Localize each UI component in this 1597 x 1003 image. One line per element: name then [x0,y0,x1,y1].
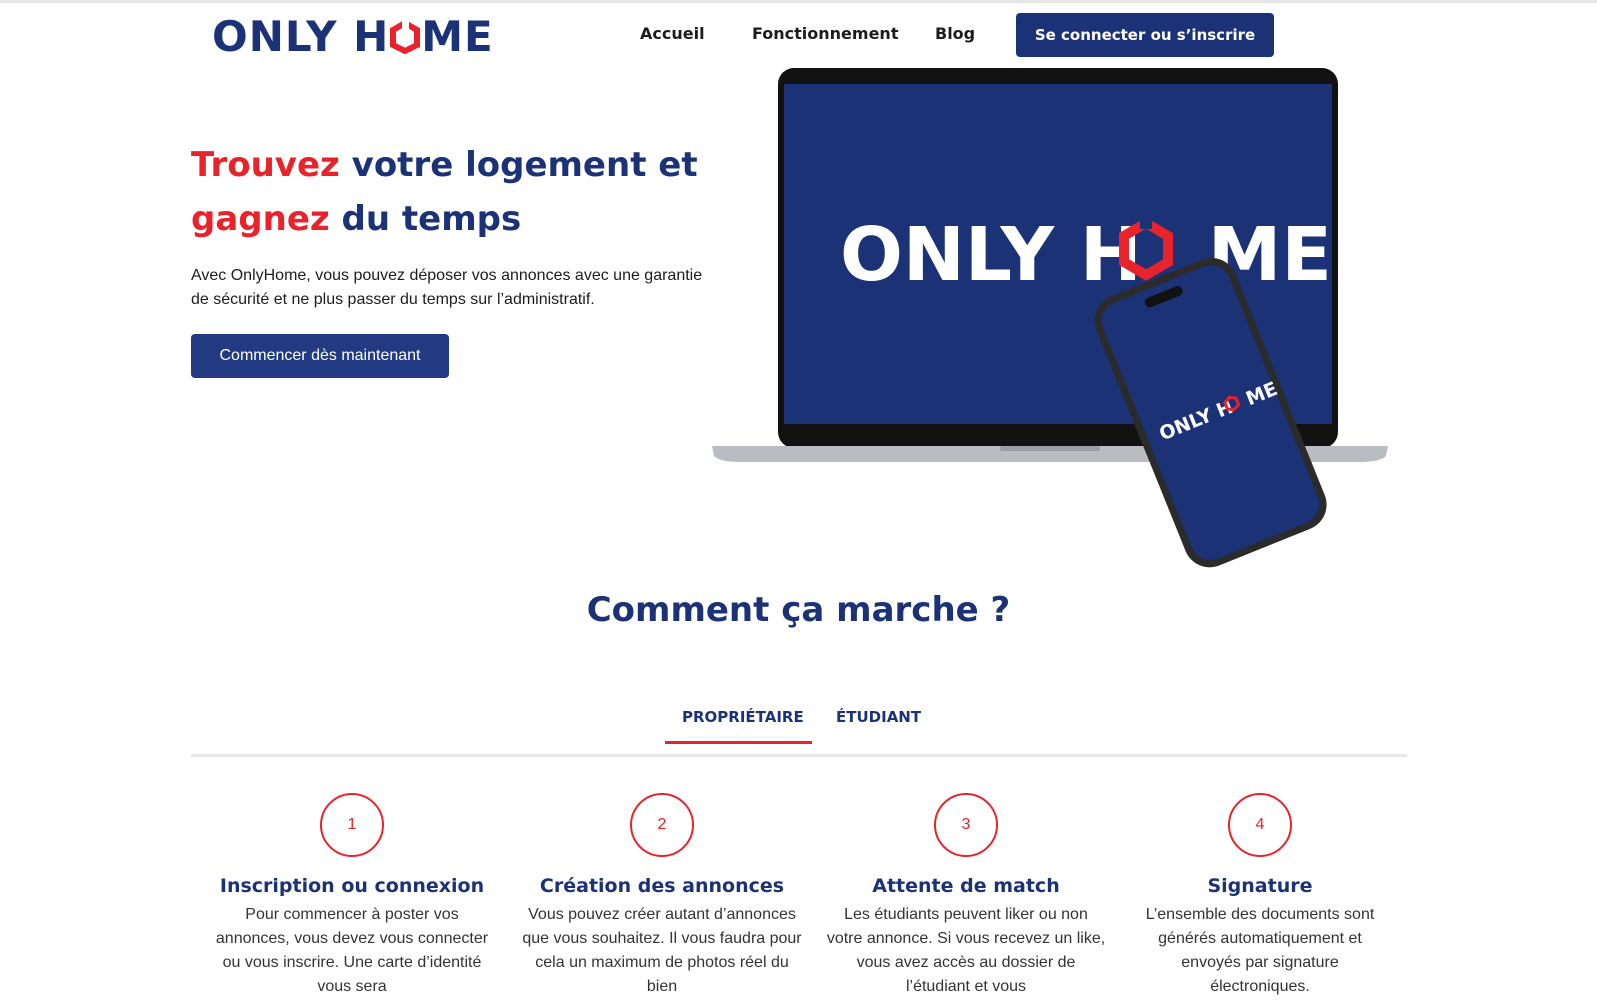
step-4-text: L’ensemble des documents sont générés au… [1145,906,1375,995]
login-signup-button[interactable]: Se connecter ou s’inscrire [1016,13,1274,57]
devices-illustration: ONLY H ME ONLY HME [712,68,1388,568]
hero-title-red-2: gagnez [191,199,330,239]
tab-etudiant[interactable]: ÉTUDIANT [836,708,921,726]
hero-title: Trouvez votre logement et gagnez du temp… [191,138,711,246]
step-2: 2 Création des annonces Vous pouvez crée… [522,793,802,999]
logo-text-end: ME [421,11,494,61]
laptop-notch [1000,446,1100,451]
logo-text-start: ONLY H [212,11,390,61]
step-3-number: 3 [934,793,998,857]
step-1-number: 1 [320,793,384,857]
step-2-number: 2 [630,793,694,857]
step-3: 3 Attente de match Les étudiants peuvent… [826,793,1106,999]
start-now-button[interactable]: Commencer dès maintenant [191,334,449,378]
active-tab-indicator [665,741,812,744]
tab-proprietaire[interactable]: PROPRIÉTAIRE [682,708,804,726]
hero-title-blue-1: votre logement et [339,145,698,185]
step-2-text: Vous pouvez créer autant d’annonces que … [522,906,802,995]
step-1-title: Inscription ou connexion [219,875,485,897]
top-border [0,0,1597,3]
step-3-text: Les étudiants peuvent liker ou non votre… [826,906,1106,995]
nav-accueil[interactable]: Accueil [640,24,705,43]
step-3-title: Attente de match [872,875,1060,897]
hero-title-red-1: Trouvez [191,145,340,185]
step-4-title: Signature [1207,875,1313,897]
hero-description: Avec OnlyHome, vous pouvez déposer vos a… [191,267,703,308]
tabs-divider [191,754,1407,757]
step-1-text: Pour commencer à poster vos annonces, vo… [215,906,489,995]
house-o-icon [390,20,421,54]
brand-logo[interactable]: ONLY H ME [212,11,494,61]
step-4: 4 Signature L’ensemble des documents son… [1120,793,1400,999]
nav-blog[interactable]: Blog [935,24,975,43]
hero-title-blue-2: du temps [329,199,522,239]
step-1: 1 Inscription ou connexion Pour commence… [212,793,492,999]
step-4-number: 4 [1228,793,1292,857]
laptop-logo-text: ONLY H ME [840,212,1332,298]
step-2-title: Création des annonces [539,875,785,897]
section-title: Comment ça marche ? [586,590,1011,630]
nav-fonctionnement[interactable]: Fonctionnement [752,24,898,43]
